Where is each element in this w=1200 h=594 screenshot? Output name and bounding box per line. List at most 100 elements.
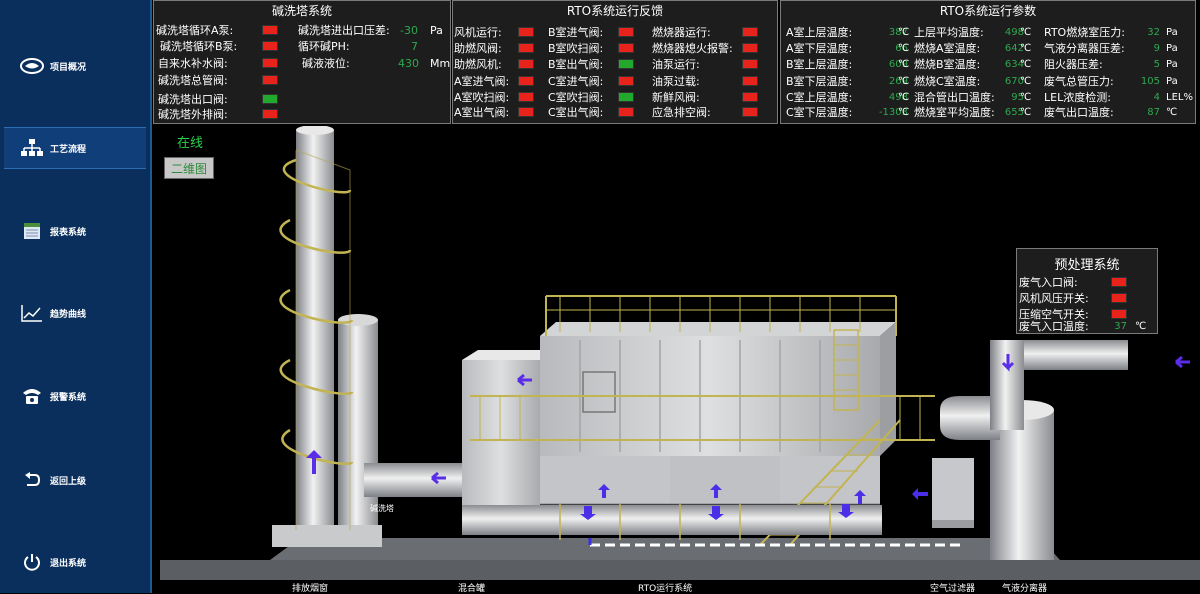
status-row: 碱洗塔循环A泵:: [156, 22, 278, 38]
value-label: B室上层温度:: [786, 58, 853, 71]
status-row: 燃烧器运行:: [652, 24, 758, 40]
status-label: 助燃风阀:: [454, 42, 502, 55]
value-unit: ℃: [1020, 106, 1032, 118]
status-lamp: [618, 92, 634, 102]
value-unit: ℃: [1020, 75, 1032, 87]
status-label: 燃烧器运行:: [652, 26, 711, 39]
status-lamp: [742, 27, 758, 37]
status-lamp: [518, 76, 534, 86]
status-lamp: [262, 94, 278, 104]
value-readout: 32: [1147, 26, 1160, 38]
value-label: LEL浓度检测:: [1044, 91, 1111, 104]
duct-pipe: [364, 463, 464, 497]
report-icon: [20, 221, 44, 241]
panel-title: RTO系统运行反馈: [566, 4, 664, 18]
status-lamp: [262, 58, 278, 68]
status-label: A室出气阀:: [454, 106, 510, 119]
duct-pipe: [462, 505, 882, 535]
status-row: 助燃风机:: [454, 56, 534, 72]
status-row: 助燃风阀:: [454, 40, 534, 56]
sidebar-item-alarm[interactable]: 报警系统: [4, 376, 146, 416]
status-row: B室出气阀:: [548, 56, 634, 72]
logo-icon: [20, 56, 44, 76]
trend-icon: [20, 303, 44, 323]
value-unit: ℃: [898, 42, 910, 54]
sidebar-item-report[interactable]: 报表系统: [4, 211, 146, 251]
sidebar-item-overview[interactable]: 项目概况: [4, 46, 146, 86]
panel-title: 碱洗塔系统: [271, 4, 332, 18]
status-label: 油泵过载:: [652, 75, 700, 88]
value-label: 上层平均温度:: [914, 26, 984, 39]
value-row: RTO燃烧室压力: 32 Pa: [1044, 24, 1178, 40]
value-row: 碱液液位: 430 Mm: [302, 56, 451, 71]
value-row: C室下层温度: -1303 ℃: [786, 104, 910, 120]
status-lamp: [742, 43, 758, 53]
sidebar-item-process[interactable]: 工艺流程: [4, 127, 146, 169]
status-lamp: [618, 76, 634, 86]
status-lamp: [262, 109, 278, 119]
value-row: 废气总管压力: 105 Pa: [1044, 73, 1178, 89]
sidebar-item-back[interactable]: 返回上级: [4, 460, 146, 500]
status-row: 碱洗塔外排阀:: [158, 106, 278, 122]
status-lamp: [742, 107, 758, 117]
2d-view-button[interactable]: 二维图: [164, 157, 214, 179]
status-label: 油泵运行:: [652, 58, 700, 71]
status-label: C室进气阀:: [548, 75, 604, 88]
value-label: C室下层温度:: [786, 106, 853, 119]
value-label: RTO燃烧室压力:: [1044, 26, 1125, 39]
status-label: C室出气阀:: [548, 106, 604, 119]
status-row: B室进气阀:: [548, 24, 634, 40]
status-row: A室吹扫阀:: [454, 89, 534, 105]
sidebar-item-trend[interactable]: 趋势曲线: [4, 293, 146, 333]
status-lamp: [742, 76, 758, 86]
value-row: 循环碱PH: 7: [298, 39, 418, 54]
value-label: 燃烧C室温度:: [914, 75, 981, 88]
sidebar-item-label: 报警系统: [50, 392, 87, 403]
value-unit: ℃: [898, 91, 910, 103]
value-row: 混合管出口温度: 95 ℃: [914, 89, 1031, 105]
status-row: 燃烧器熄火报警:: [652, 40, 758, 56]
process-scene: [160, 126, 1200, 580]
status-lamp: [618, 59, 634, 69]
value-unit: ℃: [898, 106, 910, 118]
sidebar-item-label: 项目概况: [50, 62, 87, 73]
status-label: B室进气阀:: [548, 26, 604, 39]
air-filter: [932, 458, 974, 528]
value-label: 废气总管压力:: [1044, 75, 1114, 88]
status-label: 风机运行:: [454, 26, 502, 39]
status-lamp: [262, 75, 278, 85]
value-unit: ℃: [898, 75, 910, 87]
status-label: B室吹扫阀:: [548, 42, 604, 55]
status-row: C室进气阀:: [548, 73, 634, 89]
flow-left-arrow: [1175, 355, 1190, 369]
separator-label: 气液分离器: [1002, 584, 1048, 594]
status-lamp: [742, 59, 758, 69]
chimney-label: 排放烟窗: [292, 584, 329, 594]
floor: [160, 560, 1200, 580]
air-filter-label: 空气过滤器: [930, 584, 976, 594]
status-lamp: [618, 27, 634, 37]
sidebar-item-label: 退出系统: [50, 558, 87, 569]
value-readout: 9: [1153, 42, 1160, 54]
value-label: 阻火器压差:: [1044, 58, 1103, 71]
status-lamp: [518, 59, 534, 69]
status-label: A室吹扫阀:: [454, 91, 510, 104]
status-row: 碱洗塔总管阀:: [158, 72, 278, 88]
value-row: 燃烧B室温度: 634 ℃: [914, 56, 1031, 72]
sidebar-nav: 项目概况 工艺流程 报表系统 趋势曲线 报警系统 返回上级 退出系统: [0, 0, 152, 593]
status-label: 废气入口阀:: [1019, 276, 1078, 289]
value-row: 燃烧C室温度: 670 ℃: [914, 73, 1031, 89]
status-lamp: [518, 27, 534, 37]
status-row: 废气入口阀:: [1019, 274, 1127, 290]
mixer-tank: [462, 360, 540, 530]
scrubber-panel: 碱洗塔系统 碱洗塔循环A泵: 碱洗塔循环B泵: 自来水补水阀: 碱洗塔总管阀: …: [153, 0, 451, 124]
value-row: 燃烧A室温度: 642 ℃: [914, 40, 1031, 56]
sidebar-item-exit[interactable]: 退出系统: [4, 542, 146, 582]
status-row: C室吹扫阀:: [548, 89, 634, 105]
panel-title: RTO系统运行参数: [939, 4, 1037, 18]
status-row: 风机运行:: [454, 24, 534, 40]
status-lamp: [262, 41, 278, 51]
status-label: 新鲜风阀:: [652, 91, 700, 104]
status-row: 应急排空阀:: [652, 104, 758, 120]
value-readout: 4: [1153, 91, 1160, 103]
